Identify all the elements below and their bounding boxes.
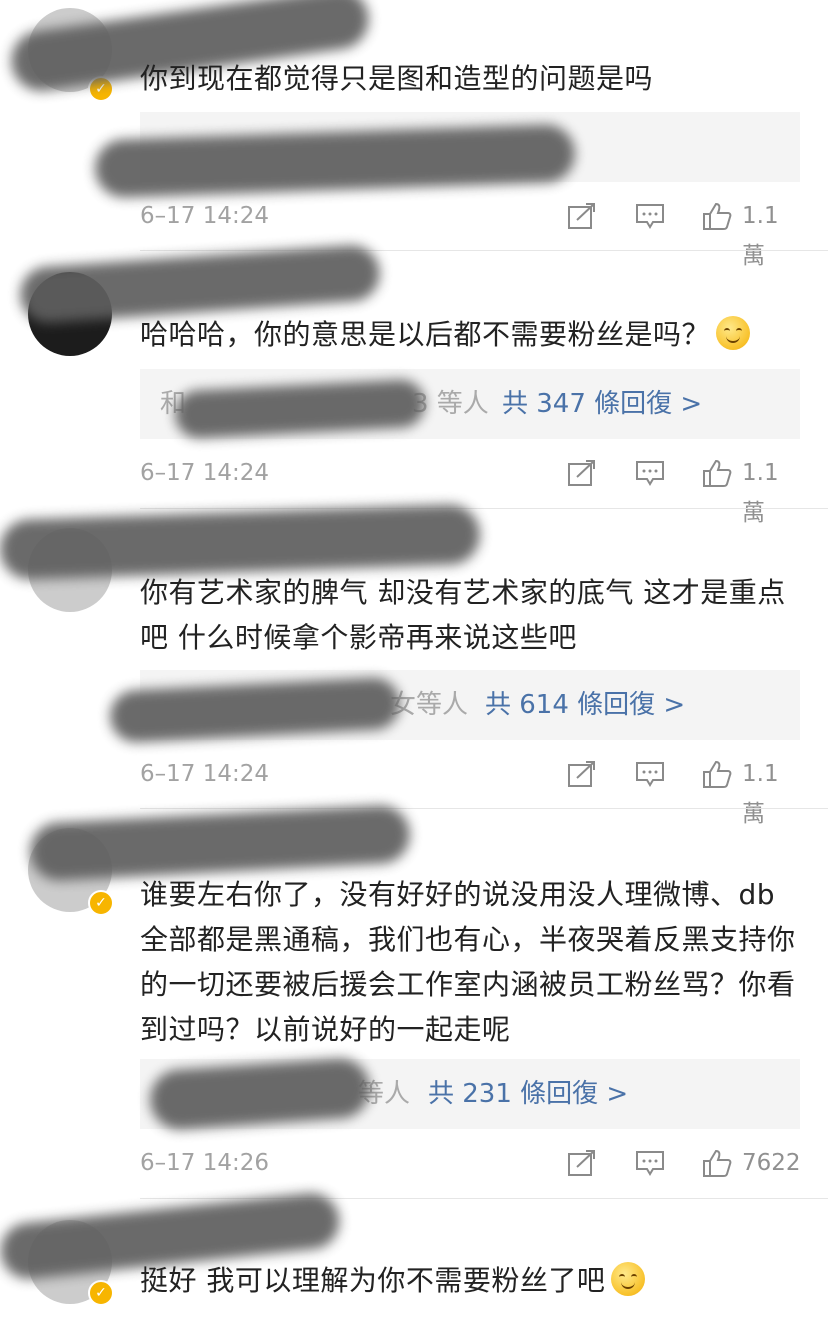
comment-time: 6–17 14:24: [140, 761, 269, 787]
comment-text: 谁要左右你了，没有好好的说没用没人理微博、db全部都是黑通稿，我们也有心，半夜哭…: [140, 878, 796, 1046]
comment-item: 你有艺术家的脾气 却没有艺术家的底气 这才是重点吧 什么时候拿个影帝再来说这些吧…: [0, 503, 828, 827]
redaction-smear: [0, 503, 481, 581]
share-icon[interactable]: [567, 459, 597, 487]
comment-text: 你到现在都觉得只是图和造型的问题是吗: [140, 62, 654, 95]
share-icon[interactable]: [567, 1149, 597, 1177]
like-icon[interactable]: [702, 1149, 732, 1177]
replies-link[interactable]: 共 231 條回復 >: [428, 1059, 628, 1129]
verified-badge-icon: ✓: [88, 890, 114, 916]
like-count: 7622: [742, 1150, 801, 1176]
comment-text: 哈哈哈，你的意思是以后都不需要粉丝是吗？: [140, 312, 798, 357]
comment-time: 6–17 14:24: [140, 203, 269, 229]
comment-icon[interactable]: [635, 760, 665, 788]
replies-link[interactable]: 共 347 條回復 >: [502, 369, 702, 439]
comment-text-content: 挺好 我可以理解为你不需要粉丝了吧: [140, 1264, 606, 1297]
comment-meta: 6–17 14:24 1.1萬: [140, 196, 798, 269]
verified-badge-icon: ✓: [88, 1280, 114, 1306]
comment-item: ✓ 你到现在都觉得只是图和造型的问题是吗 6–17 14:24 1.1萬: [0, 0, 828, 269]
comment-meta: 6–17 14:24 1.1萬: [140, 453, 798, 526]
replies-link[interactable]: 共 614 條回復 >: [485, 670, 685, 740]
comment-meta: 6–17 14:26 7622: [140, 1143, 801, 1183]
comment-item: 哈哈哈，你的意思是以后都不需要粉丝是吗？ 和 3 等人 共 347 條回復 > …: [0, 243, 828, 526]
comment-text-content: 哈哈哈，你的意思是以后都不需要粉丝是吗？: [140, 318, 711, 351]
comment-meta: 6–17 14:24 1.1萬: [140, 754, 798, 827]
like-icon[interactable]: [702, 202, 732, 230]
redaction-smear: [28, 804, 412, 882]
comment-time: 6–17 14:26: [140, 1150, 269, 1176]
smile-emoji: [716, 316, 751, 350]
comment-time: 6–17 14:24: [140, 460, 269, 486]
comment-icon[interactable]: [635, 459, 665, 487]
share-icon[interactable]: [567, 202, 597, 230]
like-icon[interactable]: [702, 459, 732, 487]
share-icon[interactable]: [567, 760, 597, 788]
smile-emoji: [611, 1262, 646, 1296]
comment-text: 挺好 我可以理解为你不需要粉丝了吧: [140, 1258, 798, 1303]
comment-icon[interactable]: [635, 202, 665, 230]
comment-item: ✓ 谁要左右你了，没有好好的说没用没人理微博、db全部都是黑通稿，我们也有心，半…: [0, 804, 828, 1198]
comment-icon[interactable]: [635, 1149, 665, 1177]
comment-text: 你有艺术家的脾气 却没有艺术家的底气 这才是重点吧 什么时候拿个影帝再来说这些吧: [140, 576, 786, 654]
replies-summary: 女等人: [390, 690, 469, 720]
like-icon[interactable]: [702, 760, 732, 788]
comment-item: ✓ 挺好 我可以理解为你不需要粉丝了吧: [0, 1190, 828, 1318]
